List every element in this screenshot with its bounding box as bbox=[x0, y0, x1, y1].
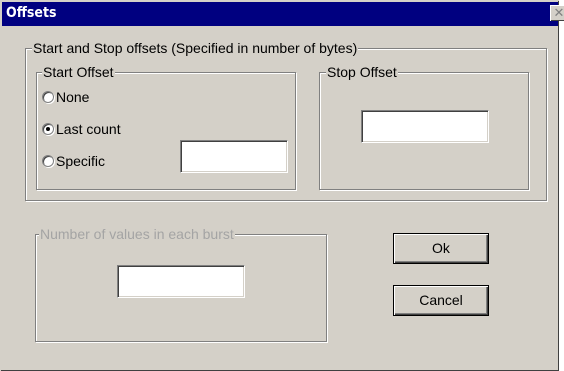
radio-last-count[interactable]: Last count bbox=[42, 121, 121, 137]
burst-group-label: Number of values in each burst bbox=[39, 226, 235, 242]
radio-none[interactable]: None bbox=[42, 89, 89, 105]
ok-button[interactable]: Ok bbox=[393, 233, 489, 264]
burst-value-field[interactable] bbox=[117, 265, 245, 298]
stop-offset-groupbox: Stop Offset bbox=[319, 64, 529, 190]
cancel-button[interactable]: Cancel bbox=[393, 285, 489, 316]
specific-offset-field[interactable] bbox=[180, 140, 288, 173]
window-title: Offsets bbox=[6, 5, 57, 21]
burst-groupbox: Number of values in each burst bbox=[35, 226, 327, 342]
start-offset-groupbox: Start Offset None Last count Specific bbox=[36, 64, 296, 190]
radio-none-circle[interactable] bbox=[42, 91, 54, 103]
start-offset-label: Start Offset bbox=[42, 64, 115, 80]
radio-specific-label: Specific bbox=[56, 153, 106, 169]
radio-last-count-label: Last count bbox=[56, 121, 121, 137]
radio-specific[interactable]: Specific bbox=[42, 153, 105, 169]
offsets-group-label: Start and Stop offsets (Specified in num… bbox=[32, 40, 359, 56]
radio-last-count-circle[interactable] bbox=[42, 123, 54, 135]
radio-specific-circle[interactable] bbox=[42, 155, 54, 167]
offsets-dialog: Offsets ✕ Start and Stop offsets (Specif… bbox=[0, 0, 564, 371]
radio-none-label: None bbox=[56, 89, 90, 105]
close-icon[interactable]: ✕ bbox=[550, 5, 564, 21]
offsets-groupbox: Start and Stop offsets (Specified in num… bbox=[25, 40, 547, 201]
stop-offset-label: Stop Offset bbox=[326, 64, 398, 80]
title-bar[interactable]: Offsets ✕ bbox=[2, 2, 564, 26]
cancel-button-label: Cancel bbox=[419, 292, 463, 308]
ok-button-label: Ok bbox=[432, 240, 450, 256]
stop-offset-field[interactable] bbox=[361, 110, 489, 143]
